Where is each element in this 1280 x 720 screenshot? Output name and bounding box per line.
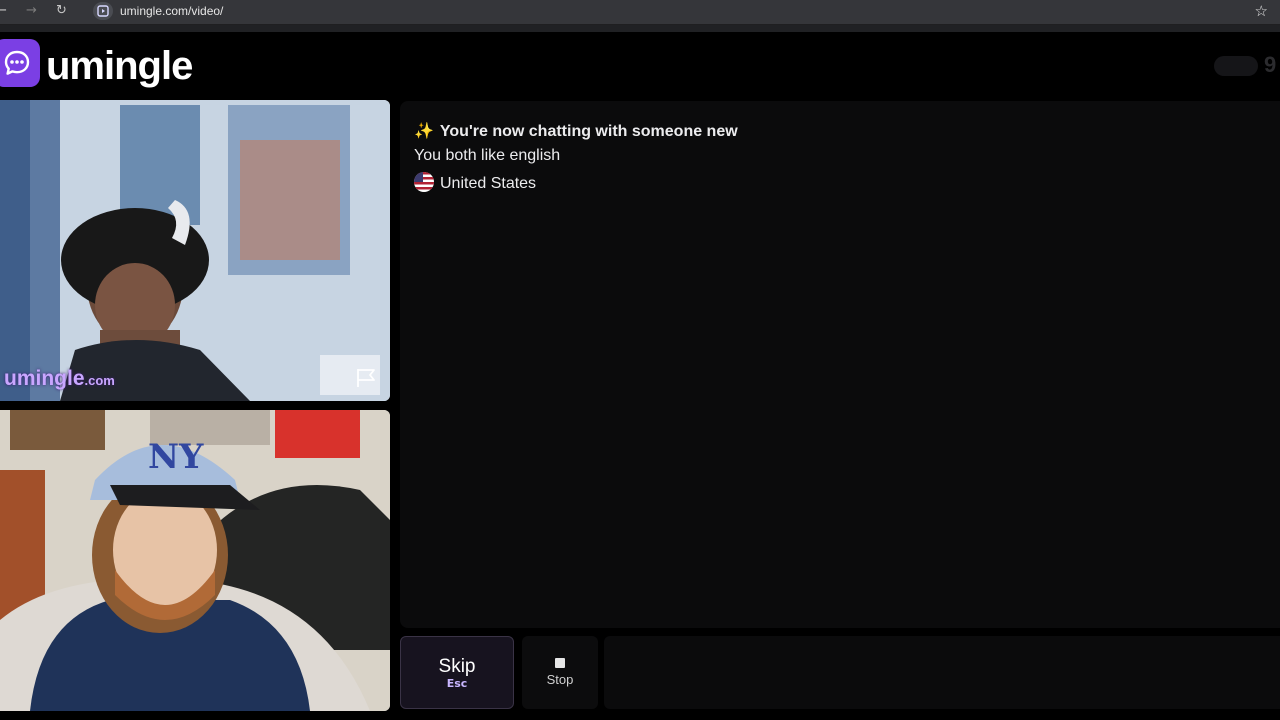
watermark-main: umingle	[4, 367, 85, 390]
stop-button[interactable]: Stop	[522, 636, 598, 709]
browser-divider	[0, 25, 1280, 32]
browser-toolbar: ← → ↻ umingle.com/video/ ☆	[0, 0, 1280, 25]
svg-text:NY: NY	[148, 437, 204, 477]
reload-icon[interactable]: ↻	[56, 3, 67, 19]
report-flag-icon[interactable]	[354, 367, 380, 389]
chat-panel: ✨ You're now chatting with someone new Yo…	[400, 101, 1280, 628]
address-bar[interactable]: umingle.com/video/	[120, 4, 223, 18]
stop-label: Stop	[546, 672, 574, 687]
system-message-interests: You both like english	[414, 147, 560, 165]
message-input[interactable]	[604, 636, 1280, 709]
skip-shortcut-key: Esc	[446, 676, 468, 690]
theme-toggle[interactable]	[1214, 56, 1258, 76]
umingle-watermark: umingle.com	[4, 367, 115, 391]
system-message-new-chat: ✨ You're now chatting with someone new	[414, 121, 738, 141]
skip-label: Skip	[438, 655, 476, 677]
online-count: 9	[1264, 52, 1277, 77]
system-message-country: United States	[414, 172, 536, 193]
self-video: NY	[0, 410, 390, 711]
back-arrow-icon[interactable]: ←	[0, 3, 7, 19]
watermark-domain: .com	[84, 373, 115, 388]
skip-button[interactable]: Skip Esc	[400, 636, 514, 709]
message-text: You're now chatting with someone new	[439, 123, 738, 140]
stop-square-icon	[555, 658, 565, 668]
us-flag-icon	[414, 172, 434, 192]
logo-wordmark[interactable]: umingle	[46, 42, 193, 90]
sparkles-icon: ✨	[414, 123, 434, 140]
site-video-icon[interactable]	[93, 2, 113, 20]
logo-chat-bubble-icon[interactable]	[0, 39, 40, 87]
message-text: You both like english	[414, 147, 561, 164]
forward-arrow-icon[interactable]: →	[26, 3, 37, 19]
bookmark-star-icon[interactable]: ☆	[1255, 2, 1268, 20]
message-text: United States	[440, 175, 537, 192]
stranger-video: umingle.com	[0, 100, 390, 401]
